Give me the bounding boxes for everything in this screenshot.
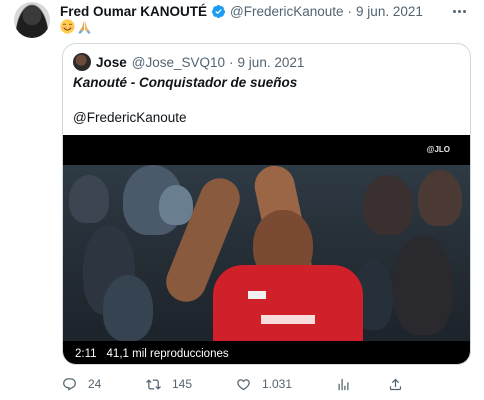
analytics-icon	[338, 378, 349, 390]
reply-icon	[63, 377, 76, 391]
tweet-actions: 24 145 1.031	[60, 374, 480, 394]
like-count: 1.031	[262, 377, 293, 391]
author-handle[interactable]: @FredericKanoute	[230, 4, 344, 19]
quoted-author-name: Jose	[96, 54, 127, 70]
tweet: Fred Oumar KANOUTÉ @FredericKanoute · 9 …	[0, 0, 484, 400]
video-views: 41,1 mil reproducciones	[106, 347, 229, 360]
reply-button[interactable]: 24	[62, 374, 101, 394]
retweet-count: 145	[172, 377, 193, 391]
quoted-tweet-text: Kanouté - Conquistador de sueños @Freder…	[73, 74, 297, 127]
analytics-button[interactable]	[336, 374, 362, 394]
quoted-author-avatar	[73, 53, 91, 71]
video-frame	[63, 165, 470, 341]
retweet-button[interactable]: 145	[146, 374, 192, 394]
quoted-author-handle: @Jose_SVQ10	[131, 54, 226, 70]
heart-icon	[237, 378, 250, 390]
video-watermark: @JLO	[426, 145, 450, 154]
quoted-text-rest: - Conquistador de sueños	[127, 75, 298, 90]
quoted-tweet-date: 9 jun. 2021	[237, 54, 305, 70]
share-button[interactable]	[388, 374, 414, 394]
quoted-mention: @FredericKanoute	[73, 110, 187, 125]
separator-dot: ·	[347, 3, 353, 19]
smiling-face-emoji-icon	[60, 18, 75, 34]
like-button[interactable]: 1.031	[236, 374, 292, 394]
video-player[interactable]: @JLO 2:11 41,1 mil reproducciones	[63, 135, 470, 364]
reply-count: 24	[88, 377, 102, 391]
tweet-text	[60, 17, 92, 35]
retweet-icon	[146, 378, 161, 390]
quoted-separator-dot: ·	[229, 54, 234, 70]
verified-badge-icon	[211, 4, 226, 18]
quoted-tweet-header: Jose @Jose_SVQ10 · 9 jun. 2021	[73, 53, 304, 71]
share-icon	[389, 378, 402, 390]
author-avatar[interactable]	[14, 2, 50, 38]
tweet-date[interactable]: 9 jun. 2021	[356, 4, 423, 19]
more-options-icon[interactable]	[448, 2, 470, 20]
quoted-tweet-card[interactable]: Jose @Jose_SVQ10 · 9 jun. 2021 Kanouté -…	[62, 43, 471, 365]
quoted-text-name: Kanouté	[73, 75, 127, 90]
folded-hands-emoji-icon	[78, 20, 91, 34]
tweet-header: Fred Oumar KANOUTÉ @FredericKanoute · 9 …	[60, 2, 423, 20]
video-info-bar: 2:11 41,1 mil reproducciones	[63, 341, 470, 364]
video-duration: 2:11	[75, 347, 97, 360]
